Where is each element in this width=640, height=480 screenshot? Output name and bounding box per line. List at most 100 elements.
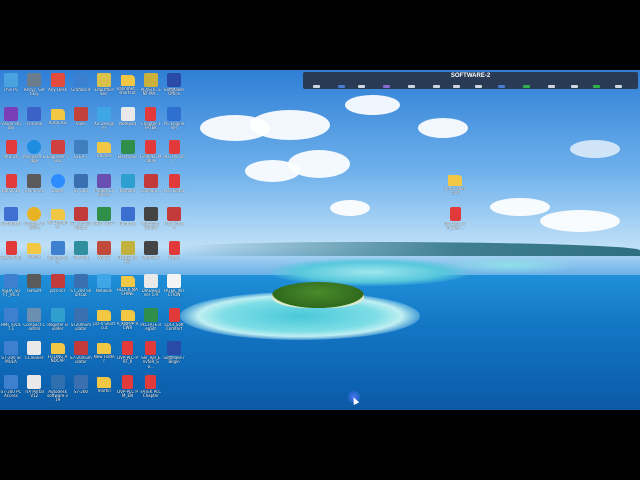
desktop-icon[interactable]: TIA Portal V12 xyxy=(23,374,45,408)
desktop-icon[interactable]: DIADesig ner 1.9 xyxy=(140,273,162,307)
desktop-icon[interactable]: Google Chrome xyxy=(23,206,45,240)
desktop-icon[interactable]: S7-200Sim ulator xyxy=(70,340,92,374)
desktop-icon[interactable]: TIA Port xyxy=(70,240,92,274)
toolbar-button[interactable] xyxy=(593,85,600,88)
desktop-icon[interactable]: ISPSoft xyxy=(23,273,45,307)
desktop-icon[interactable]: FATEK_IN ICTION xyxy=(163,273,185,307)
desktop-icon[interactable]: Fatek xyxy=(163,240,185,274)
desktop-icon[interactable]: Intouch xyxy=(0,139,22,173)
desktop-icon[interactable]: S7 300 xyxy=(70,173,92,207)
desktop-icon[interactable]: ST_200 Shortcut xyxy=(70,273,92,307)
desktop-icon[interactable]: Microsoft Edge xyxy=(23,139,45,173)
remote-toolbar[interactable]: SOFTWARE-2 xyxy=(303,72,638,89)
desktop-icon[interactable]: pcl-4 Shortcut xyxy=(93,307,115,341)
desktop-icon[interactable]: S7-200 SIMULA xyxy=(0,340,22,374)
desktop-icon[interactable]: Grafikal.it xyxy=(70,72,92,106)
desktop-icon[interactable]: Chrome xyxy=(23,106,45,140)
desktop-icon[interactable]: BLOCK MACHINE xyxy=(117,273,139,307)
desktop-icon[interactable]: pdf-ri shortcut xyxy=(444,172,466,206)
toolbar-button[interactable] xyxy=(313,85,320,88)
desktop-icon[interactable]: Zoom xyxy=(47,173,69,207)
desktop-icon[interactable]: SoftMaker Office xyxy=(163,72,185,106)
toolbar-button[interactable] xyxy=(338,85,345,88)
desktop-icon[interactable]: Rahnmet... shortcut xyxy=(117,72,139,106)
toolbar-button[interactable] xyxy=(571,85,578,88)
toolbar-button[interactable] xyxy=(475,85,482,88)
desktop-icon[interactable]: Vijeo xyxy=(70,106,92,140)
desktop-icon[interactable]: PLCFATE RegStr xyxy=(140,307,162,341)
desktop-icon[interactable]: ASDA_SO FT_V6.3 xyxy=(0,273,22,307)
desktop-icon[interactable]: XS Designer xyxy=(93,106,115,140)
desktop-icon[interactable]: AutoCAD xyxy=(47,106,69,140)
desktop-icon[interactable]: DVP-PLC PM_EN xyxy=(117,374,139,408)
toolbar-button[interactable] xyxy=(615,85,622,88)
desktop-icon[interactable]: PC Engine Ver xyxy=(163,106,185,140)
desktop-icon[interactable]: EduOffice Sec. xyxy=(93,72,115,106)
desktop-icon[interactable]: FatekPLC xyxy=(140,240,162,274)
desktop-icon[interactable]: New Folder xyxy=(93,340,115,374)
desktop-icon[interactable]: plcs-scr xyxy=(47,273,69,307)
toolbar-button[interactable] xyxy=(498,85,505,88)
desktop-icon[interactable]: PLC Pro Ver xyxy=(163,139,185,173)
desktop-icon[interactable]: HMI TOOL 7.1 xyxy=(0,307,22,341)
desktop-icon[interactable]: Visual Studio xyxy=(0,106,22,140)
desktop-icon[interactable]: Register Builder xyxy=(47,307,69,341)
desktop-icon[interactable]: Runtime xyxy=(117,206,139,240)
desktop-icon[interactable]: Autodesk software v19 xyxy=(47,374,69,408)
desktop-icon[interactable]: PLASTIC ENT-MA... xyxy=(140,72,162,106)
desktop-icon[interactable]: LOGI_Soft Comfort xyxy=(163,307,185,341)
toolbar-button[interactable] xyxy=(433,85,440,88)
desktop-icon[interactable]: ST200Sim ulator xyxy=(70,307,92,341)
desktop-icon[interactable]: Network xyxy=(93,273,115,307)
desktop-icon[interactable]: FieldPLC Module xyxy=(140,139,162,173)
app-icon xyxy=(73,106,88,121)
toolbar-button[interactable] xyxy=(358,85,365,88)
desktop-icon[interactable]: DeviceFacl xyxy=(0,240,22,274)
desktop-icon[interactable]: pdf-2019 xyxy=(0,173,22,207)
desktop-icon[interactable]: PLC-Editor xyxy=(163,173,185,207)
desktop-icon[interactable]: Chapter-1 FATEK xyxy=(140,106,162,140)
desktop-icon[interactable]: Electronic xyxy=(117,139,139,173)
desktop-icon[interactable]: Compact Control xyxy=(23,307,45,341)
desktop-icon[interactable]: Recyc. Soft.Eq. xyxy=(23,72,45,106)
desktop-icon[interactable]: Any Desk xyxy=(47,72,69,106)
desktop-icon[interactable]: martin xyxy=(93,374,115,408)
toolbar-button[interactable] xyxy=(383,85,390,88)
desktop-icon[interactable]: Rhino-Tec xyxy=(23,173,45,207)
desktop-icon[interactable]: Remote xyxy=(117,173,139,207)
desktop-icon[interactable]: SoftMaker xyxy=(0,206,22,240)
desktop-icon[interactable]: EASY SOFT xyxy=(93,206,115,240)
desktop-icon[interactable]: FILLING ANDCAP xyxy=(47,340,69,374)
desktop-icon[interactable]: Engineer Tools xyxy=(47,139,69,173)
desktop-icon-label: Recyc. Soft.Eq. xyxy=(23,88,45,97)
toolbar-button[interactable] xyxy=(523,85,530,88)
desktop-icon[interactable]: Configur... xyxy=(140,173,162,207)
desktop-icon[interactable]: S7-200 xyxy=(70,374,92,408)
toolbar-button[interactable] xyxy=(548,85,555,88)
pdf-icon xyxy=(168,140,180,154)
desktop-icon[interactable]: S7-200 PC Access xyxy=(0,374,22,408)
desktop-icon[interactable]: Notepad xyxy=(117,106,139,140)
toolbar-button[interactable] xyxy=(408,85,415,88)
desktop-icon[interactable]: Media xyxy=(23,240,45,274)
desktop-icon[interactable]: FATEK PLC Chapter xyxy=(140,374,162,408)
toolbar-button[interactable] xyxy=(453,85,460,88)
desktop-icon[interactable]: Project Explorer xyxy=(93,173,115,207)
desktop-icon[interactable]: TOOLS for PC xyxy=(117,240,139,274)
desktop-icon[interactable]: Connection xyxy=(47,240,69,274)
desktop-icon[interactable]: CCleaner xyxy=(23,340,45,374)
desktop[interactable]: This PC Recyc. Soft.Eq. Any Desk Grafikal.i… xyxy=(0,70,640,410)
desktop-icon[interactable]: Pdp Screen xyxy=(163,206,185,240)
desktop-icon[interactable]: A_KNPPP RCWR xyxy=(117,307,139,341)
desktop-icon[interactable]: ST_300 Shortcut xyxy=(70,206,92,240)
desktop-icon[interactable]: Automat. Studio xyxy=(140,206,162,240)
desktop-icon[interactable]: This PC xyxy=(0,72,22,106)
desktop-icon[interactable]: Ser_Rel_E nvfoR_Se... xyxy=(140,340,162,374)
desktop-icon[interactable]: WinCC xyxy=(93,240,115,274)
desktop-icon[interactable]: XS Designer xyxy=(47,206,69,240)
desktop-icon[interactable]: STEP 7 xyxy=(70,139,92,173)
desktop-icon[interactable]: SoftMake r Bilgin xyxy=(163,340,185,374)
desktop-icon[interactable]: DVP-PLC-P RT_II xyxy=(117,340,139,374)
desktop-icon[interactable]: mn_bet_e iln_Elec... xyxy=(444,206,466,240)
desktop-icon[interactable]: Utilities xyxy=(93,139,115,173)
